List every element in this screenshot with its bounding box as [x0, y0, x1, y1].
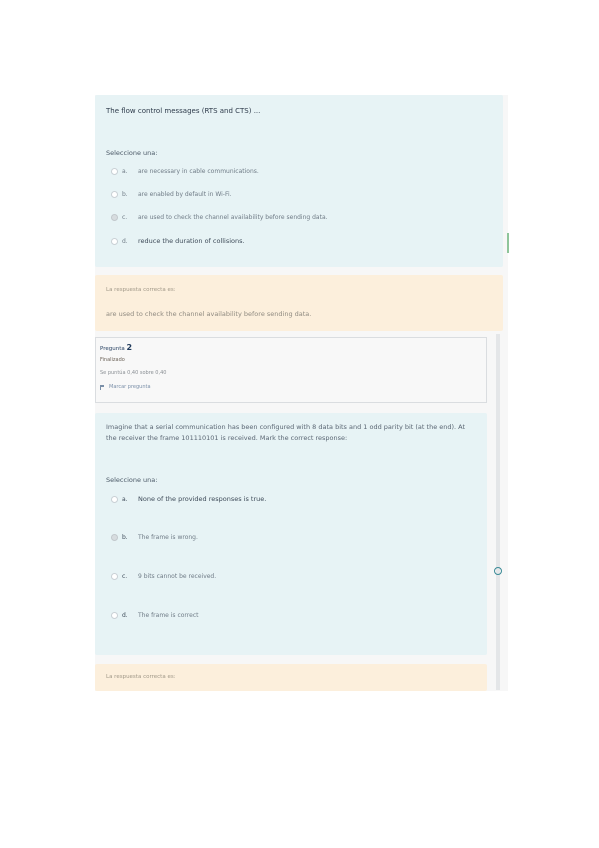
question-2-select-label: Seleccione una:: [106, 476, 158, 484]
question-2-option-b[interactable]: b. The frame is wrong.: [111, 534, 198, 541]
question-1-feedback: [95, 275, 503, 331]
question-1-select-label: Seleccione una:: [106, 149, 158, 157]
option-text: The frame is wrong.: [138, 534, 198, 541]
flag-question-link[interactable]: Marcar pregunta: [100, 384, 151, 390]
question-1-option-d[interactable]: d. reduce the duration of collisions.: [111, 237, 245, 245]
option-letter: d.: [122, 237, 128, 245]
question-2-info: Pregunta 2 Finalizado Se puntúa 0,40 sob…: [95, 337, 487, 403]
radio-button[interactable]: [111, 191, 118, 198]
option-letter: a.: [122, 168, 128, 175]
option-text: The frame is correct: [138, 612, 199, 619]
option-text: reduce the duration of collisions.: [138, 237, 245, 245]
question-2-option-a[interactable]: a. None of the provided responses is tru…: [111, 495, 266, 503]
option-text: are used to check the channel availabili…: [138, 214, 328, 221]
radio-button[interactable]: [111, 168, 118, 175]
option-letter: d.: [122, 612, 128, 619]
option-text: are enabled by default in Wi-Fi.: [138, 191, 232, 198]
question-1-text: The flow control messages (RTS and CTS) …: [106, 107, 261, 115]
question-1-option-a[interactable]: a. are necessary in cable communications…: [111, 168, 259, 175]
radio-button[interactable]: [111, 612, 118, 619]
radio-button[interactable]: [111, 573, 118, 580]
option-letter: c.: [122, 573, 128, 580]
option-letter: b.: [122, 191, 128, 198]
option-text: None of the provided responses is true.: [138, 495, 267, 503]
question-2-text: Imagine that a serial communication has …: [106, 423, 466, 442]
radio-button-checked[interactable]: [111, 534, 118, 541]
question-label: Pregunta: [100, 346, 125, 352]
question-2-option-d[interactable]: d. The frame is correct: [111, 612, 198, 619]
option-text: 9 bits cannot be received.: [138, 573, 217, 580]
question-1-option-b[interactable]: b. are enabled by default in Wi-Fi.: [111, 191, 232, 198]
question-number-value: 2: [126, 343, 133, 352]
option-letter: b.: [122, 534, 128, 541]
question-number: Pregunta 2: [100, 343, 132, 352]
circle-icon: [493, 567, 502, 575]
question-score: Se puntúa 0,40 sobre 0,40: [100, 370, 167, 376]
feedback-label: La respuesta correcta es:: [106, 674, 176, 680]
option-text: are necessary in cable communications.: [138, 168, 259, 175]
question-2-option-c[interactable]: c. 9 bits cannot be received.: [111, 573, 216, 580]
option-letter: a.: [122, 495, 128, 503]
accessibility-icon[interactable]: [493, 563, 502, 579]
radio-button[interactable]: [111, 495, 118, 503]
feedback-label: La respuesta correcta es:: [106, 287, 176, 293]
flag-label: Marcar pregunta: [109, 384, 151, 390]
flag-icon: [100, 384, 106, 390]
question-state: Finalizado: [100, 357, 125, 363]
radio-button-checked[interactable]: [111, 214, 118, 221]
radio-button[interactable]: [111, 237, 118, 245]
question-1-option-c[interactable]: c. are used to check the channel availab…: [111, 214, 328, 221]
side-tab[interactable]: [507, 233, 509, 253]
feedback-answer: are used to check the channel availabili…: [106, 310, 312, 318]
scrollbar[interactable]: [496, 334, 500, 690]
option-letter: c.: [122, 214, 128, 221]
